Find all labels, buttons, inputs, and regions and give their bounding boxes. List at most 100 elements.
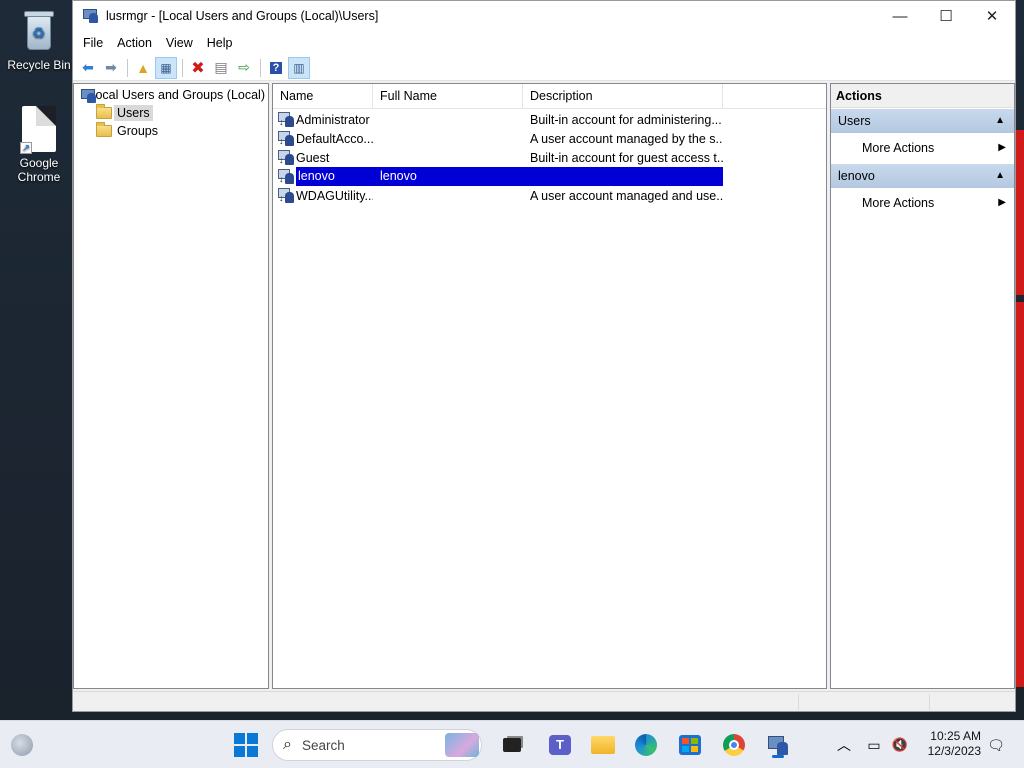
system-clock[interactable]: 10:25 AM 12/3/2023 xyxy=(928,729,981,759)
actions-section-title: Users xyxy=(838,114,871,128)
toolbar-separator xyxy=(182,58,183,77)
start-button[interactable] xyxy=(230,729,262,761)
actions-section-lenovo[interactable]: lenovo ▲ xyxy=(831,164,1014,188)
chrome-button[interactable] xyxy=(718,729,750,761)
search-placeholder: Search xyxy=(301,737,345,753)
tree-users-label: Users xyxy=(114,105,153,121)
export-list-icon[interactable]: ⇨ xyxy=(233,57,255,79)
task-view-button[interactable] xyxy=(496,729,528,761)
search-icon: ⌕ xyxy=(283,736,292,753)
teams-icon: T xyxy=(549,735,571,755)
table-row[interactable]: ↓ Administrator Built-in account for admi… xyxy=(273,110,826,129)
recycle-bin-shortcut[interactable]: ♻ Recycle Bin xyxy=(3,6,75,72)
user-icon: ↓ xyxy=(278,111,294,128)
widgets-button[interactable] xyxy=(6,729,38,761)
volume-status[interactable]: 🔇 xyxy=(886,729,914,761)
file-explorer-button[interactable] xyxy=(587,729,619,761)
tree-item-root[interactable]: Local Users and Groups (Local) xyxy=(74,86,268,104)
title-bar[interactable]: lusrmgr - [Local Users and Groups (Local… xyxy=(73,1,1015,31)
network-icon: ▭ xyxy=(867,736,881,753)
more-actions-users[interactable]: More Actions ▶ xyxy=(831,133,1014,163)
tree-root-label: Local Users and Groups (Local) xyxy=(88,88,265,102)
column-header-full-name[interactable]: Full Name xyxy=(373,84,523,108)
list-header: Name Full Name Description xyxy=(273,84,826,109)
user-description: Built-in account for guest access t... xyxy=(530,150,723,165)
user-icon: ↓ xyxy=(278,168,294,185)
store-button[interactable] xyxy=(674,729,706,761)
delete-icon[interactable]: ✖ xyxy=(187,57,209,79)
user-name: WDAGUtility... xyxy=(296,188,373,203)
more-actions-lenovo[interactable]: More Actions ▶ xyxy=(831,188,1014,218)
close-button[interactable]: ✕ xyxy=(969,1,1015,31)
user-icon: ↓ xyxy=(278,149,294,166)
properties-icon[interactable]: ▤ xyxy=(210,57,232,79)
background-window-edge xyxy=(1016,130,1024,295)
user-description xyxy=(523,167,723,186)
task-view-icon xyxy=(503,738,521,752)
status-bar xyxy=(73,691,1015,711)
tree-groups-label: Groups xyxy=(117,124,158,138)
weather-icon xyxy=(11,734,33,756)
folder-icon xyxy=(591,736,615,754)
tree-item-users[interactable]: Users xyxy=(74,104,268,122)
teams-button[interactable]: T xyxy=(544,729,576,761)
forward-arrow-icon[interactable]: ➡ xyxy=(100,57,122,79)
lusrmgr-window: lusrmgr - [Local Users and Groups (Local… xyxy=(72,0,1016,712)
running-indicator xyxy=(772,755,784,758)
menu-view[interactable]: View xyxy=(159,31,200,55)
show-hide-console-tree-icon[interactable]: ▦ xyxy=(155,56,177,79)
user-icon: ↓ xyxy=(278,187,294,204)
back-arrow-icon[interactable]: ⬅ xyxy=(77,57,99,79)
table-row[interactable]: ↓ WDAGUtility... A user account managed a… xyxy=(273,186,826,205)
table-row[interactable]: ↓ Guest Built-in account for guest access… xyxy=(273,148,826,167)
actions-pane: Actions Users ▲ More Actions ▶ lenovo ▲ … xyxy=(830,83,1015,689)
tree-item-groups[interactable]: Groups xyxy=(74,122,268,140)
more-actions-label: More Actions xyxy=(862,141,935,155)
lusrmgr-taskbar-button[interactable] xyxy=(762,729,794,761)
taskbar: ⌕ Search T ︿ ▭ 🔇 10:25 AM 12/3/2023 🗨 xyxy=(0,720,1024,768)
computer-management-icon xyxy=(767,734,789,756)
help-icon[interactable]: ? xyxy=(265,57,287,79)
computer-management-icon xyxy=(82,7,100,25)
submenu-arrow-icon: ▶ xyxy=(998,197,1006,208)
user-description: Built-in account for administering... xyxy=(530,112,722,127)
minimize-button[interactable]: — xyxy=(877,1,923,31)
windows-logo-icon xyxy=(234,733,258,757)
column-header-name[interactable]: Name xyxy=(273,84,373,108)
taskbar-search[interactable]: ⌕ Search xyxy=(272,729,482,761)
maximize-button[interactable]: ☐ xyxy=(923,1,969,31)
search-highlight-icon xyxy=(445,733,479,757)
submenu-arrow-icon: ▶ xyxy=(998,142,1006,153)
notifications-button[interactable]: 🗨 xyxy=(982,729,1010,761)
actions-section-users[interactable]: Users ▲ xyxy=(831,109,1014,133)
show-hide-action-pane-icon[interactable]: ▥ xyxy=(288,56,310,79)
menu-action[interactable]: Action xyxy=(110,31,159,55)
clock-time: 10:25 AM xyxy=(930,729,981,743)
folder-icon xyxy=(96,104,112,119)
status-segment xyxy=(798,694,799,710)
user-name: Guest xyxy=(296,150,330,165)
up-folder-icon[interactable]: ▲ xyxy=(132,57,154,79)
menu-file[interactable]: File xyxy=(76,31,110,55)
background-window-edge xyxy=(1016,302,1024,687)
network-status[interactable]: ▭ xyxy=(860,729,888,761)
collapse-up-icon[interactable]: ▲ xyxy=(995,164,1005,188)
menu-help[interactable]: Help xyxy=(200,31,240,55)
table-row-selected[interactable]: ↓ lenovo lenovo xyxy=(273,167,826,186)
menu-bar: File Action View Help xyxy=(73,31,1015,55)
table-row[interactable]: ↓ DefaultAcco... A user account managed b… xyxy=(273,129,826,148)
google-chrome-shortcut[interactable]: ↗ Google Chrome xyxy=(3,106,75,184)
clock-date: 12/3/2023 xyxy=(927,744,981,758)
show-hidden-icons-button[interactable]: ︿ xyxy=(828,729,860,761)
google-chrome-label: Google Chrome xyxy=(17,156,61,184)
user-icon: ↓ xyxy=(278,130,294,147)
volume-muted-icon: 🔇 xyxy=(891,737,909,752)
collapse-up-icon[interactable]: ▲ xyxy=(995,109,1005,133)
user-name: lenovo xyxy=(296,167,373,186)
toolbar-separator xyxy=(260,58,261,77)
file-shortcut-icon: ↗ xyxy=(20,106,56,154)
column-header-description[interactable]: Description xyxy=(523,84,723,108)
edge-button[interactable] xyxy=(630,729,662,761)
recycle-bin-icon: ♻ xyxy=(21,6,57,54)
user-name: DefaultAcco... xyxy=(296,131,373,146)
